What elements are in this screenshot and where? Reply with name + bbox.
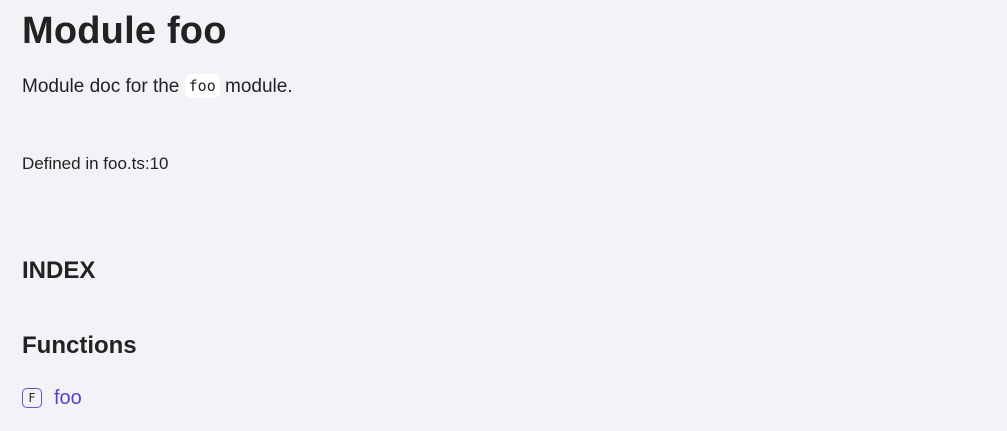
function-link-foo[interactable]: F foo (22, 385, 82, 411)
module-description: Module doc for the foo module. (22, 74, 293, 100)
module-description-prefix: Module doc for the (22, 76, 185, 97)
module-description-suffix: module. (219, 76, 293, 97)
page-title: Module foo (22, 10, 227, 52)
function-name: foo (54, 387, 82, 409)
function-kind-icon: F (22, 388, 42, 408)
defined-in-source: Defined in foo.ts:10 (22, 154, 169, 173)
index-heading: INDEX (22, 257, 96, 284)
functions-heading: Functions (22, 332, 137, 359)
inline-code: foo (184, 74, 220, 98)
